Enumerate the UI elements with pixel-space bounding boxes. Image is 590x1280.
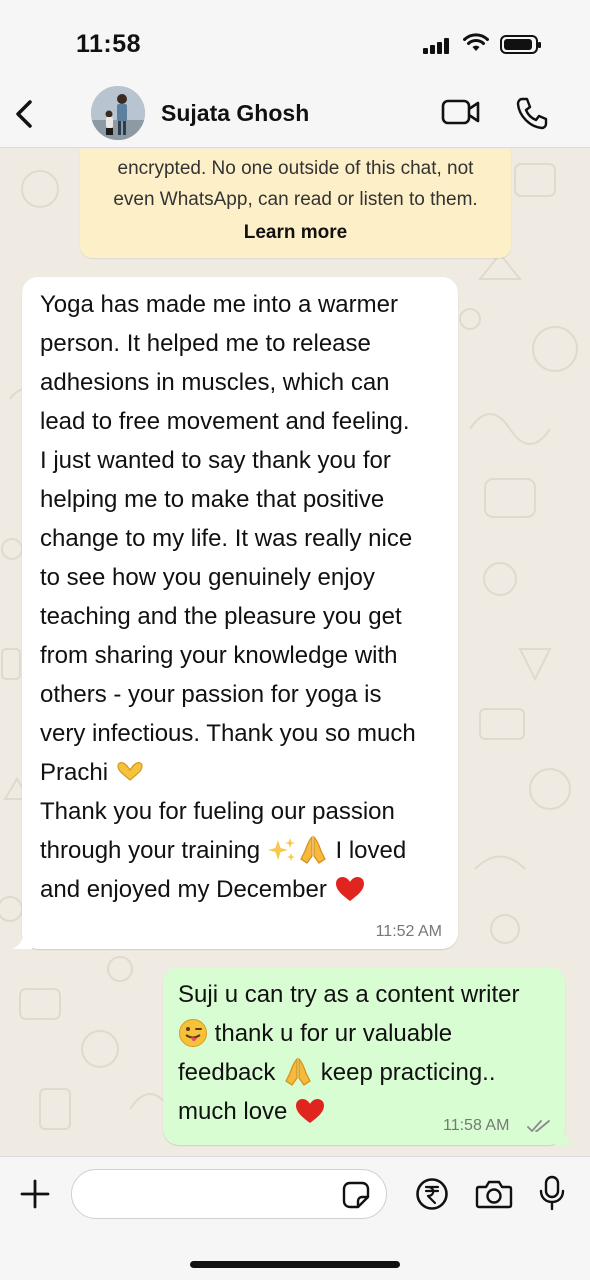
message-line-with-emoji: thank u for ur valuable: [178, 1014, 563, 1053]
message-timestamp: 11:58 AM: [443, 1117, 510, 1134]
message-line: Thank you for fueling our passion: [40, 798, 395, 825]
bubble-tail: [12, 933, 32, 949]
red-heart-emoji: [335, 876, 364, 901]
folded-hands-emoji: [285, 1057, 311, 1086]
message-line: Suji u can try as a content writer: [178, 981, 520, 1008]
cellular-signal-icon: [423, 38, 451, 54]
message-line: to see how you genuinely enjoy: [40, 564, 375, 591]
message-line: person. It helped me to release: [40, 330, 371, 357]
incoming-message-text: Yoga has made me into a warmer person. I…: [40, 285, 450, 909]
red-heart-emoji: [296, 1098, 325, 1123]
battery-icon: [500, 35, 541, 54]
message-line: lead to free movement and feeling.: [40, 408, 410, 435]
contact-name[interactable]: Sujata Ghosh: [161, 100, 309, 127]
video-call-icon[interactable]: [441, 98, 481, 126]
message-line: Yoga has made me into a warmer: [40, 291, 398, 318]
message-line: others - your passion for yoga is: [40, 681, 382, 708]
heart-hands-emoji: [117, 761, 143, 781]
back-icon[interactable]: [10, 94, 40, 134]
tongue-wink-emoji: [179, 1018, 207, 1047]
outgoing-message-bubble[interactable]: Suji u can try as a content writer thank…: [163, 967, 575, 1145]
rupee-payment-icon[interactable]: [415, 1177, 449, 1211]
chat-area[interactable]: encrypted. No one outside of this chat, …: [0, 149, 590, 1156]
bubble-tail: [555, 1129, 575, 1145]
wifi-icon: [463, 33, 489, 51]
message-line: change to my life. It was really nice: [40, 525, 413, 552]
message-line: adhesions in muscles, which can: [40, 369, 390, 396]
message-timestamp: 11:52 AM: [375, 923, 442, 940]
message-line-with-emoji: through your training I loved: [40, 831, 450, 870]
message-line: from sharing your knowledge with: [40, 642, 398, 669]
message-line: thank u for ur valuable: [214, 1020, 453, 1047]
message-line: teaching and the pleasure you get: [40, 603, 402, 630]
message-line: Prachi: [40, 759, 109, 786]
message-line: and enjoyed my December: [40, 876, 327, 903]
outgoing-message-text: Suji u can try as a content writer thank…: [178, 975, 563, 1131]
phone-call-icon[interactable]: [515, 96, 549, 130]
incoming-message-bubble[interactable]: Yoga has made me into a warmer person. I…: [12, 277, 458, 949]
avatar[interactable]: [91, 86, 145, 140]
message-input[interactable]: [71, 1169, 387, 1219]
sticker-icon[interactable]: [342, 1181, 370, 1209]
folded-hands-emoji: [300, 835, 326, 864]
camera-icon[interactable]: [475, 1178, 513, 1210]
microphone-icon[interactable]: [538, 1175, 566, 1211]
message-line: I just wanted to say thank you for: [40, 447, 391, 474]
plus-icon[interactable]: [20, 1179, 50, 1209]
message-line: much love: [178, 1098, 288, 1125]
encryption-text-line-1: encrypted. No one outside of this chat, …: [117, 158, 474, 179]
message-line-with-emoji: Prachi: [40, 753, 450, 792]
message-line: helping me to make that positive: [40, 486, 385, 513]
encryption-notice[interactable]: encrypted. No one outside of this chat, …: [80, 149, 511, 258]
sparkles-emoji: [267, 837, 295, 861]
message-line: I loved: [335, 837, 407, 864]
chat-header: Sujata Ghosh: [0, 84, 590, 148]
encryption-text-line-2: even WhatsApp, can read or listen to the…: [113, 189, 478, 210]
message-line: keep practicing..: [320, 1059, 496, 1086]
home-indicator: [190, 1261, 400, 1268]
status-time: 11:58: [76, 30, 142, 58]
message-line: very infectious. Thank you so much: [40, 720, 416, 747]
message-input-bar: [0, 1156, 590, 1280]
message-line: through your training: [40, 837, 261, 864]
learn-more-link[interactable]: Learn more: [80, 222, 511, 244]
message-line: feedback: [178, 1059, 276, 1086]
status-bar: 11:58: [0, 0, 590, 84]
message-line-with-emoji: feedback keep practicing..: [178, 1053, 563, 1092]
message-line-with-emoji: and enjoyed my December: [40, 870, 450, 909]
double-check-icon: [527, 1120, 550, 1133]
